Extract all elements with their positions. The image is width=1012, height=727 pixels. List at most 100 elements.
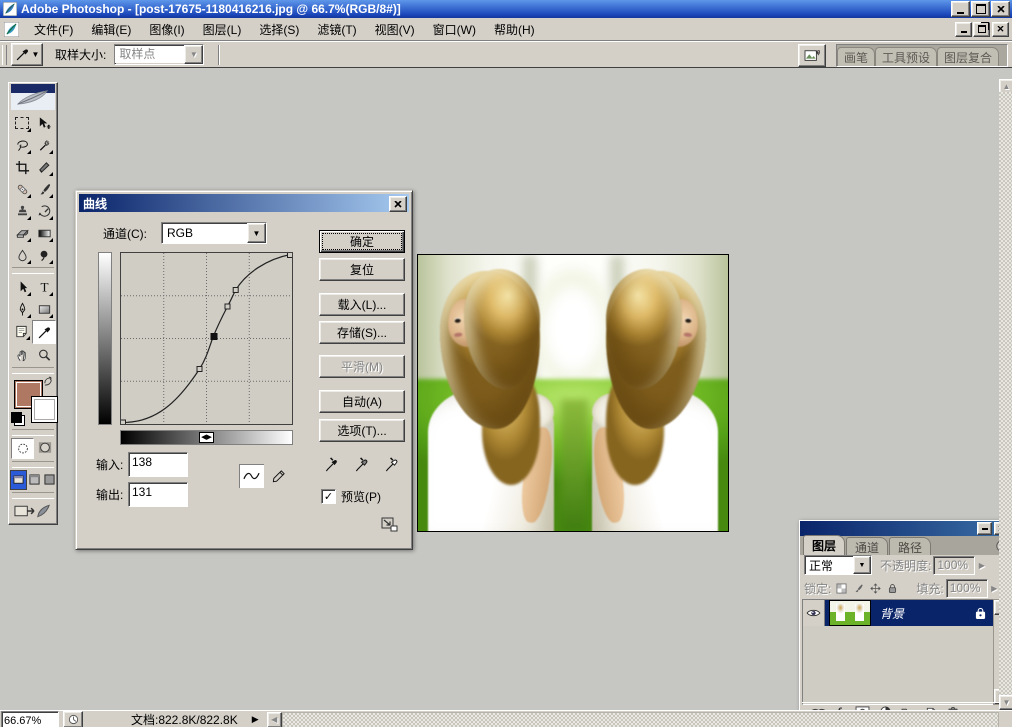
close-button[interactable] (991, 1, 1010, 17)
curve-point-end[interactable] (288, 253, 293, 258)
visibility-cell[interactable] (803, 600, 825, 626)
tool-blur[interactable] (11, 244, 33, 266)
options-bar-grip[interactable] (2, 45, 7, 65)
blend-mode-dropdown[interactable]: 正常 ▼ (804, 555, 872, 575)
channel-dropdown[interactable]: RGB ▼ (161, 222, 267, 244)
menu-window[interactable]: 窗口(W) (424, 18, 485, 41)
output-field[interactable]: 131 (128, 482, 188, 507)
jump-to-imageready-button[interactable] (11, 501, 55, 521)
sample-size-dropdown-button[interactable]: ▼ (184, 45, 203, 64)
pencil-tool-button[interactable] (266, 464, 291, 488)
curve-point[interactable] (225, 304, 230, 309)
tool-crop[interactable] (11, 156, 33, 178)
blend-mode-arrow-button[interactable]: ▼ (853, 556, 871, 574)
menu-filter[interactable]: 滤镜(T) (308, 18, 365, 41)
curves-dialog-titlebar[interactable]: 曲线 (79, 194, 409, 212)
tool-dodge[interactable] (33, 244, 55, 266)
maximize-button[interactable] (971, 1, 990, 17)
layers-palette-titlebar[interactable] (800, 521, 1011, 536)
load-button[interactable]: 载入(L)... (319, 293, 405, 316)
dialog-resize-icon[interactable] (381, 517, 399, 533)
preview-checkbox[interactable]: ✓ (321, 489, 336, 504)
layer-thumbnail[interactable] (829, 600, 871, 626)
curves-close-button[interactable] (389, 196, 407, 212)
tool-notes[interactable] (10, 320, 32, 342)
menu-image[interactable]: 图像(I) (140, 18, 193, 41)
current-tool-button[interactable]: ▼ (11, 43, 43, 66)
menu-file[interactable]: 文件(F) (25, 18, 82, 41)
lock-all-button[interactable] (885, 581, 900, 596)
background-color-swatch[interactable] (31, 396, 58, 423)
zoom-percentage-field[interactable]: 66.67% (1, 711, 59, 727)
doc-close-button[interactable] (992, 22, 1009, 37)
tool-type[interactable]: T (33, 276, 55, 298)
gradient-flip-arrows-icon[interactable]: ◀▶ (199, 432, 214, 443)
standard-mode-button[interactable] (11, 438, 34, 459)
tool-eyedropper[interactable] (32, 320, 56, 344)
menu-view[interactable]: 视图(V) (366, 18, 424, 41)
tool-history-brush[interactable] (33, 200, 55, 222)
standard-screen-mode-button[interactable] (10, 470, 27, 490)
vertical-scroll-track[interactable] (999, 92, 1012, 697)
doc-restore-button[interactable] (973, 22, 990, 37)
lock-position-button[interactable] (868, 581, 883, 596)
input-field[interactable]: 138 (128, 452, 188, 477)
reset-button[interactable]: 复位 (319, 258, 405, 281)
save-button[interactable]: 存储(S)... (319, 321, 405, 344)
curve-point[interactable] (233, 288, 238, 293)
status-menu-arrow-icon[interactable]: ▶ (252, 714, 259, 725)
tool-zoom[interactable] (33, 344, 55, 366)
auto-button[interactable]: 自动(A) (319, 390, 405, 413)
black-point-eyedropper[interactable] (323, 455, 339, 474)
quick-mask-mode-button[interactable] (34, 438, 55, 457)
curve-tool-button[interactable] (239, 464, 264, 488)
default-colors-icon[interactable] (11, 412, 22, 423)
tool-eraser[interactable] (11, 222, 33, 244)
lock-transparency-button[interactable] (834, 581, 849, 596)
minimize-button[interactable] (951, 1, 970, 17)
tool-shape[interactable] (33, 298, 55, 320)
opacity-spinner[interactable]: ▶ (975, 557, 988, 573)
fill-field[interactable]: 100% (946, 579, 988, 598)
swap-colors-icon[interactable] (43, 376, 54, 386)
tool-brush[interactable] (33, 178, 55, 200)
curve-point-start[interactable] (121, 420, 126, 424)
tool-slice[interactable] (33, 156, 55, 178)
scroll-down-button[interactable]: ▼ (999, 695, 1012, 710)
menu-layer[interactable]: 图层(L) (194, 18, 251, 41)
hscroll-left-button[interactable]: ◀ (267, 712, 282, 727)
palette-minimize-button[interactable] (977, 522, 992, 535)
tool-hand[interactable] (11, 344, 33, 366)
curve-grid[interactable] (120, 252, 293, 425)
ok-button[interactable]: 确定 (319, 230, 405, 253)
curve-point[interactable] (197, 367, 202, 372)
tool-gradient[interactable] (33, 222, 55, 244)
toggle-brushes-palette-button[interactable] (798, 44, 826, 67)
tool-path-selection[interactable] (11, 276, 33, 298)
fullscreen-menubar-mode-button[interactable] (27, 470, 42, 488)
doc-minimize-button[interactable] (955, 22, 972, 37)
tool-move[interactable] (33, 112, 55, 134)
tool-pen[interactable] (11, 298, 33, 320)
tool-rectangular-marquee[interactable] (11, 112, 33, 134)
white-point-eyedropper[interactable] (383, 455, 399, 474)
curve-point-selected[interactable] (211, 334, 217, 340)
options-button[interactable]: 选项(T)... (319, 419, 405, 442)
menu-edit[interactable]: 编辑(E) (82, 18, 140, 41)
layer-row-background[interactable]: 背景 (803, 600, 996, 626)
fullscreen-mode-button[interactable] (42, 470, 57, 488)
lock-image-button[interactable] (851, 581, 866, 596)
tool-healing-brush[interactable] (11, 178, 33, 200)
status-preview-button[interactable] (63, 711, 83, 727)
tab-tool-presets[interactable]: 工具预设 (875, 47, 937, 66)
canvas-image[interactable] (417, 254, 729, 532)
horizontal-scroll-track[interactable] (282, 712, 999, 727)
tab-layers[interactable]: 图层 (803, 535, 845, 555)
opacity-field[interactable]: 100% (933, 556, 975, 575)
tool-lasso[interactable] (11, 134, 33, 156)
sample-size-dropdown[interactable]: 取样点 ▼ (114, 44, 204, 65)
tool-clone-stamp[interactable] (11, 200, 33, 222)
menu-select[interactable]: 选择(S) (250, 18, 308, 41)
toolbox-logo[interactable] (11, 84, 55, 110)
gray-point-eyedropper[interactable] (353, 455, 369, 474)
